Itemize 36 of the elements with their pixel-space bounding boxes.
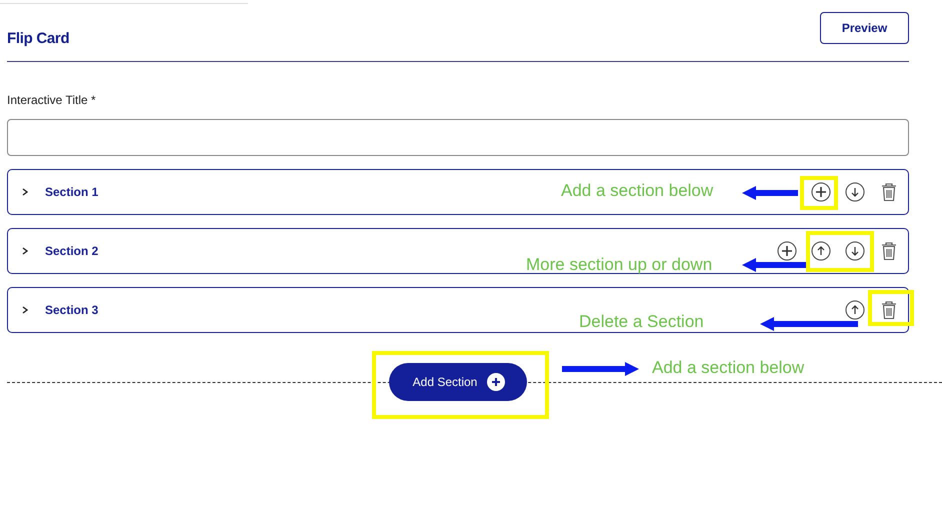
chevron-icon[interactable]	[20, 187, 30, 197]
arrow-up-icon	[811, 241, 831, 261]
callout-text: More section up or down	[526, 255, 712, 275]
add-icon	[777, 241, 797, 261]
section-title: Section 2	[45, 244, 98, 258]
callout-text: Add a section below	[561, 181, 714, 201]
callout-text: Add a section below	[652, 358, 804, 378]
arrow-up-icon	[845, 300, 865, 320]
down-section-button[interactable]	[844, 240, 866, 262]
page-title: Flip Card	[7, 30, 70, 47]
highlight-frame	[800, 176, 838, 210]
preview-button[interactable]: Preview	[820, 12, 909, 44]
down-section-button[interactable]	[844, 181, 866, 203]
title-input-field[interactable]	[7, 119, 909, 156]
chevron-icon[interactable]	[20, 305, 30, 315]
arrow-down-icon	[845, 241, 865, 261]
trash-icon	[880, 300, 898, 320]
trash-icon	[880, 182, 898, 202]
add-icon	[487, 373, 506, 391]
section-title: Section 1	[45, 185, 98, 199]
field-label: Interactive Title *	[7, 93, 97, 107]
arrow-down-icon	[845, 182, 865, 202]
section-title: Section 3	[45, 303, 98, 317]
highlight-frame	[868, 290, 914, 326]
highlight-frame	[806, 231, 874, 272]
trash-icon	[880, 241, 898, 261]
callout-text: Delete a Section	[579, 312, 704, 332]
add-section-button[interactable]: Add Section	[388, 363, 528, 401]
add-section-button[interactable]	[776, 240, 798, 262]
up-section-button[interactable]	[844, 299, 866, 321]
callout-arrow	[742, 258, 806, 272]
add-section-button[interactable]	[810, 181, 832, 203]
callout-arrow	[742, 186, 798, 200]
add-icon	[811, 182, 831, 202]
chevron-icon[interactable]	[20, 246, 30, 256]
up-section-button[interactable]	[810, 240, 832, 262]
